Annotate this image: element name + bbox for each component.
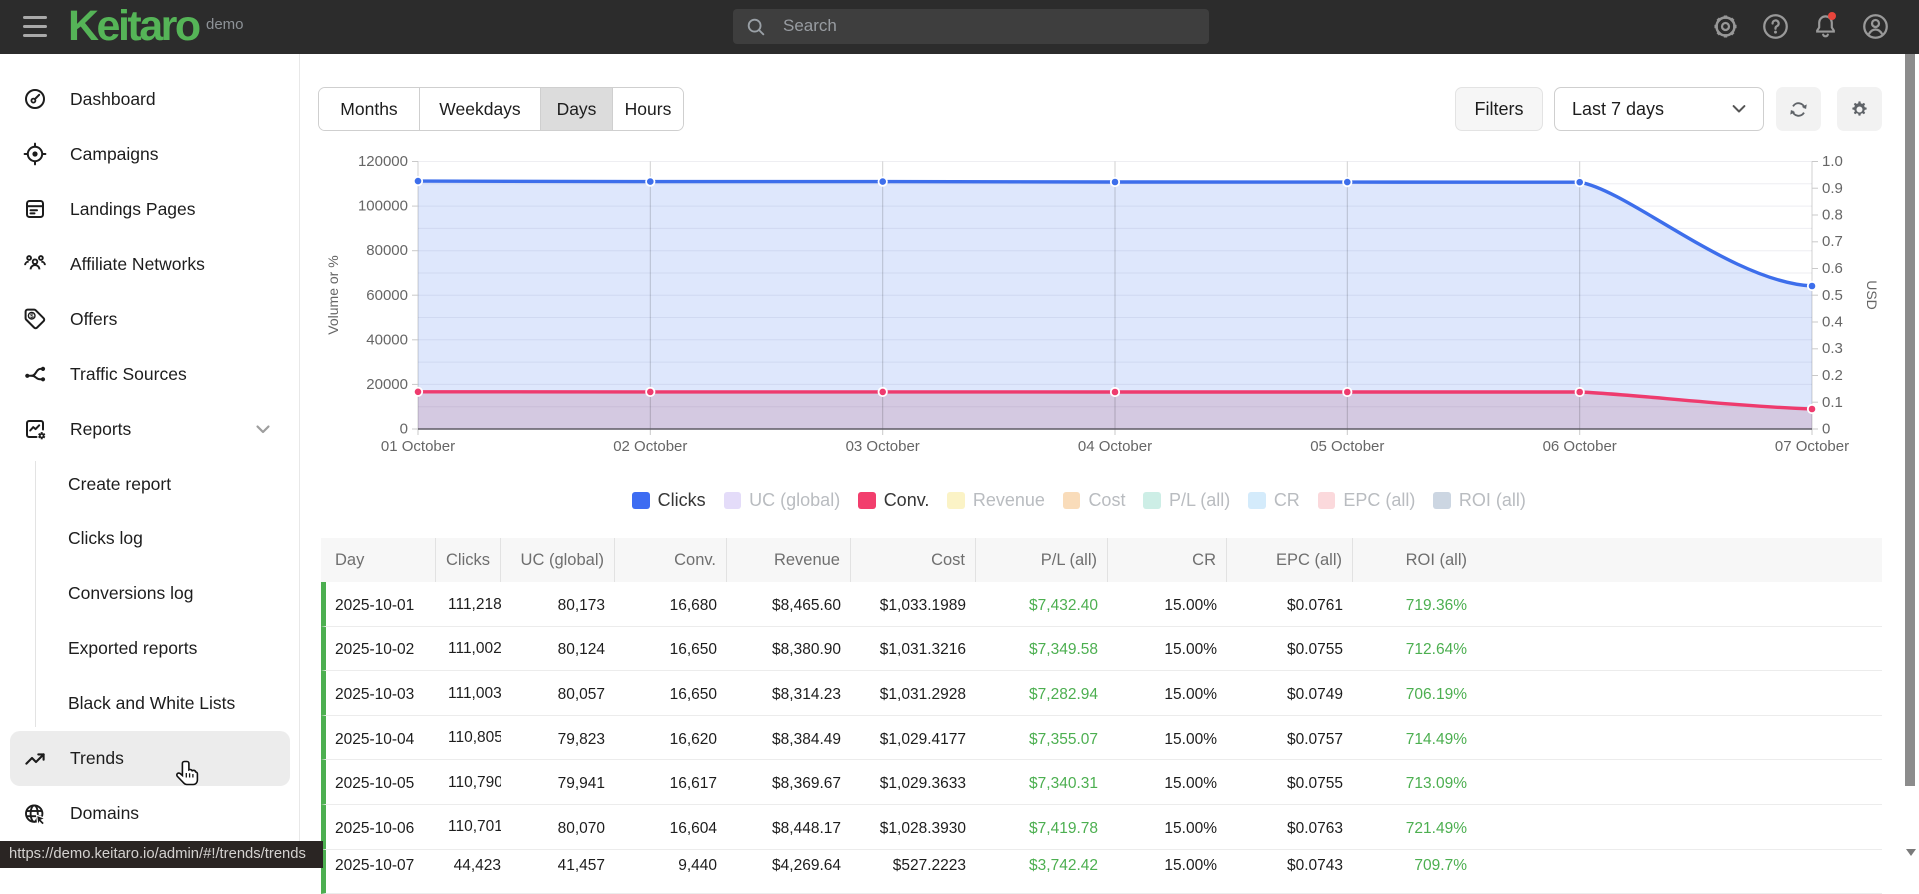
svg-text:0.7: 0.7 bbox=[1822, 233, 1843, 250]
svg-text:05 October: 05 October bbox=[1310, 438, 1384, 455]
svg-text:0.9: 0.9 bbox=[1822, 180, 1843, 197]
svg-text:1.0: 1.0 bbox=[1822, 153, 1843, 170]
svg-text:0.5: 0.5 bbox=[1822, 287, 1843, 304]
svg-text:40000: 40000 bbox=[366, 331, 408, 348]
svg-text:0: 0 bbox=[1822, 421, 1830, 438]
svg-text:0.6: 0.6 bbox=[1822, 260, 1843, 277]
svg-text:04 October: 04 October bbox=[1078, 438, 1152, 455]
svg-text:03 October: 03 October bbox=[846, 438, 920, 455]
svg-text:0.3: 0.3 bbox=[1822, 340, 1843, 357]
svg-text:120000: 120000 bbox=[358, 153, 408, 170]
svg-text:0.4: 0.4 bbox=[1822, 314, 1843, 331]
svg-text:06 October: 06 October bbox=[1543, 438, 1617, 455]
svg-text:20000: 20000 bbox=[366, 376, 408, 393]
svg-text:Volume or %: Volume or % bbox=[325, 255, 341, 334]
svg-text:60000: 60000 bbox=[366, 287, 408, 304]
svg-text:07 October: 07 October bbox=[1775, 438, 1849, 455]
svg-text:USD: USD bbox=[1864, 280, 1880, 310]
svg-text:0: 0 bbox=[400, 421, 408, 438]
svg-text:80000: 80000 bbox=[366, 242, 408, 259]
svg-text:01 October: 01 October bbox=[381, 438, 455, 455]
svg-text:0.1: 0.1 bbox=[1822, 394, 1843, 411]
svg-text:0.8: 0.8 bbox=[1822, 207, 1843, 224]
svg-text:$: $ bbox=[30, 313, 34, 320]
svg-text:02 October: 02 October bbox=[613, 438, 687, 455]
svg-text:0.2: 0.2 bbox=[1822, 367, 1843, 384]
svg-text:100000: 100000 bbox=[358, 198, 408, 215]
